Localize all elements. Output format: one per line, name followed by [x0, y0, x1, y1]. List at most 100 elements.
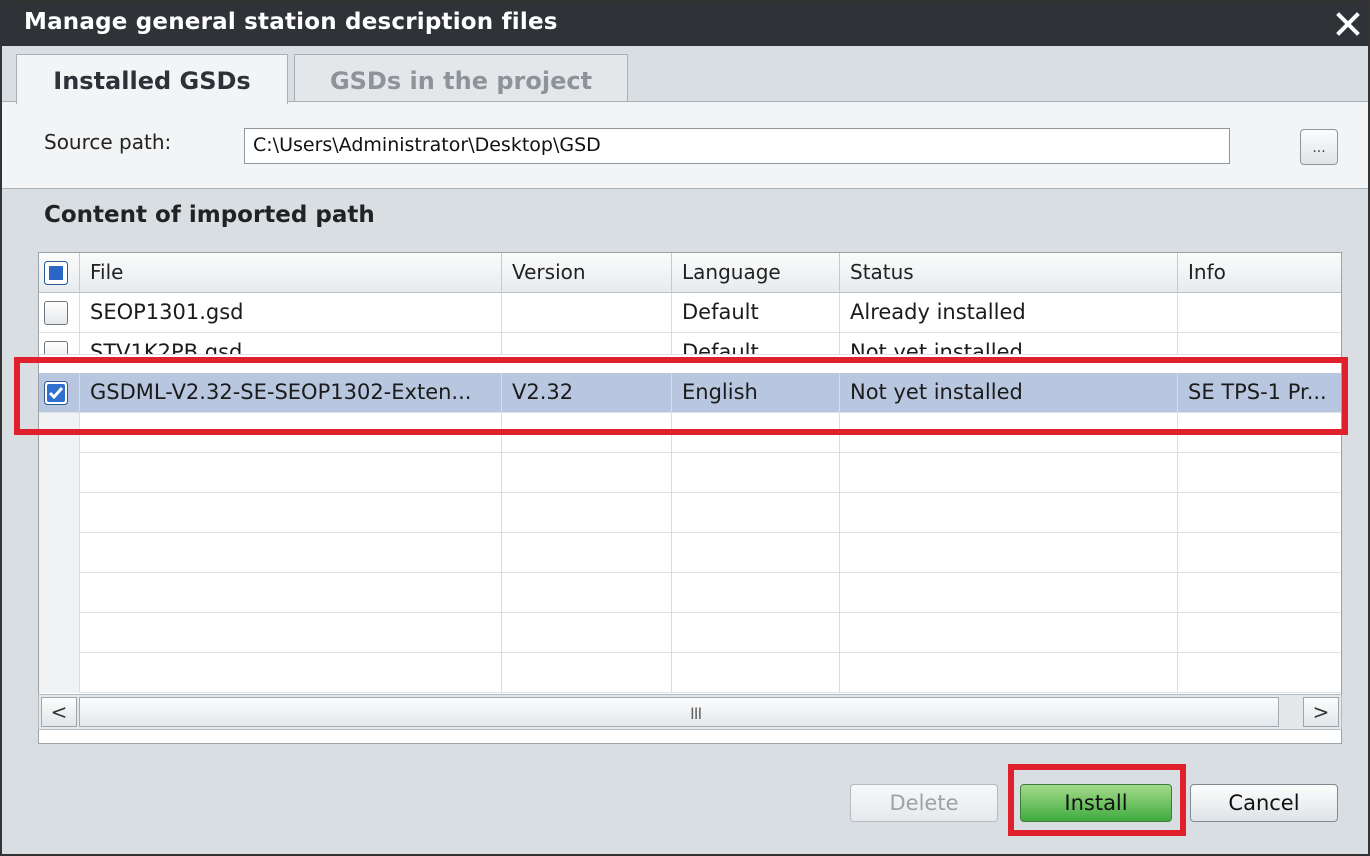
row-select-cell: [39, 333, 79, 354]
install-button[interactable]: Install: [1020, 784, 1172, 822]
cell-language: English: [671, 373, 839, 413]
empty-cell: [501, 573, 671, 613]
empty-cell: [1177, 573, 1341, 613]
row-gutter: [39, 613, 79, 653]
cell-file: SEOP1301.gsd: [79, 293, 501, 333]
table-row[interactable]: SEOP1301.gsd Default Already installed: [39, 293, 1341, 333]
cell-status: Not yet installed: [839, 373, 1177, 413]
dialog-title: Manage general station description files: [24, 9, 558, 35]
gsd-file-table: File Version Language Status Info SEOP13…: [38, 252, 1342, 744]
table-header: File Version Language Status Info: [39, 253, 1341, 293]
close-button[interactable]: [1328, 2, 1368, 46]
empty-cell: [79, 573, 501, 613]
row-checkbox[interactable]: [44, 341, 68, 354]
empty-cell: [501, 413, 671, 453]
empty-cell: [501, 453, 671, 493]
row-gutter: [39, 413, 79, 453]
browse-button[interactable]: ...: [1300, 129, 1338, 165]
empty-row: [39, 533, 1341, 573]
empty-row: [39, 653, 1341, 693]
row-gutter: [39, 453, 79, 493]
cell-version: [501, 293, 671, 333]
column-language[interactable]: Language: [671, 253, 839, 293]
empty-cell: [79, 453, 501, 493]
empty-cell: [79, 533, 501, 573]
column-version[interactable]: Version: [501, 253, 671, 293]
tab-strip: Installed GSDs GSDs in the project: [2, 46, 1368, 104]
empty-cell: [1177, 653, 1341, 693]
empty-cell: [1177, 533, 1341, 573]
cell-language: Default: [671, 333, 839, 354]
cell-version: [501, 333, 671, 354]
empty-cell: [501, 493, 671, 533]
empty-cell: [671, 653, 839, 693]
cancel-button[interactable]: Cancel: [1190, 784, 1338, 822]
empty-cell: [839, 573, 1177, 613]
empty-cell: [671, 453, 839, 493]
cell-file: STV1K2PB.gsd: [79, 333, 501, 354]
cell-status: Already installed: [839, 293, 1177, 333]
cell-info: [1177, 293, 1341, 333]
row-select-cell: [39, 373, 79, 413]
grip-icon: III: [690, 704, 702, 723]
title-bar[interactable]: Manage general station description files: [2, 2, 1368, 46]
source-path-label: Source path:: [44, 130, 172, 154]
row-gutter: [39, 533, 79, 573]
cell-file: GSDML-V2.32-SE-SEOP1302-Exten...: [79, 373, 501, 413]
chevron-left-icon: <: [50, 700, 68, 724]
column-status[interactable]: Status: [839, 253, 1177, 293]
empty-cell: [839, 653, 1177, 693]
empty-row: [39, 413, 1341, 453]
empty-cell: [1177, 613, 1341, 653]
empty-cell: [671, 493, 839, 533]
scroll-left-button[interactable]: <: [41, 697, 77, 727]
empty-cell: [671, 613, 839, 653]
column-info[interactable]: Info: [1177, 253, 1341, 293]
empty-cell: [79, 653, 501, 693]
column-file[interactable]: File: [79, 253, 501, 293]
empty-cell: [79, 613, 501, 653]
empty-cell: [839, 413, 1177, 453]
empty-row: [39, 573, 1341, 613]
cell-status: Not yet installed: [839, 333, 1177, 354]
empty-cell: [79, 493, 501, 533]
empty-row: [39, 493, 1341, 533]
tab-gsds-in-project[interactable]: GSDs in the project: [294, 54, 628, 104]
header-select-cell: [39, 253, 79, 293]
content-section-title: Content of imported path: [44, 202, 375, 228]
delete-button[interactable]: Delete: [850, 784, 998, 822]
manage-gsd-dialog: Manage general station description files…: [0, 0, 1370, 856]
empty-cell: [839, 453, 1177, 493]
empty-cell: [839, 493, 1177, 533]
row-checkbox[interactable]: [44, 301, 68, 325]
empty-cell: [1177, 493, 1341, 533]
cell-info: SE TPS-1 Pr...: [1177, 373, 1341, 413]
scroll-right-button[interactable]: >: [1303, 697, 1339, 727]
row-gutter: [39, 493, 79, 533]
empty-row: [39, 453, 1341, 493]
cell-version: V2.32: [501, 373, 671, 413]
empty-cell: [1177, 413, 1341, 453]
select-all-checkbox[interactable]: [44, 261, 68, 285]
empty-cell: [671, 413, 839, 453]
cell-info: [1177, 333, 1341, 354]
source-path-panel: Source path: C:\Users\Administrator\Desk…: [2, 101, 1368, 189]
table-row[interactable]: STV1K2PB.gsd Default Not yet installed: [39, 333, 1341, 355]
empty-cell: [671, 573, 839, 613]
empty-cell: [1177, 453, 1341, 493]
empty-cell: [671, 533, 839, 573]
row-gutter: [39, 653, 79, 693]
source-path-input[interactable]: C:\Users\Administrator\Desktop\GSD: [244, 128, 1230, 164]
scroll-thumb[interactable]: III: [79, 697, 1279, 727]
cell-language: Default: [671, 293, 839, 333]
tab-installed-gsds[interactable]: Installed GSDs: [16, 54, 288, 104]
empty-cell: [501, 533, 671, 573]
row-gutter: [39, 573, 79, 613]
close-icon: [1336, 12, 1360, 36]
empty-cell: [501, 613, 671, 653]
empty-cell: [501, 653, 671, 693]
horizontal-scrollbar[interactable]: < III >: [38, 694, 1342, 730]
row-select-cell: [39, 293, 79, 333]
table-row-selected[interactable]: GSDML-V2.32-SE-SEOP1302-Exten... V2.32 E…: [39, 373, 1341, 413]
row-checkbox-checked[interactable]: [44, 381, 68, 405]
